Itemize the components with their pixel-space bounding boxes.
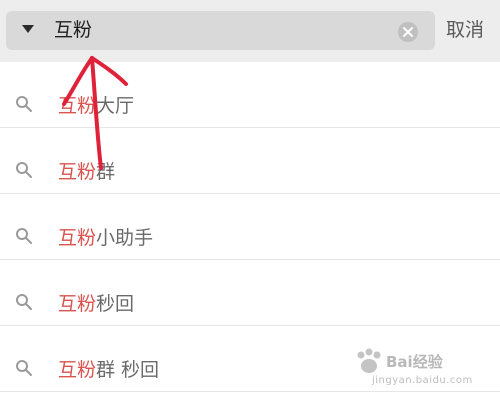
highlight-text: 互粉 bbox=[58, 161, 97, 183]
search-input-value[interactable]: 互粉 bbox=[54, 18, 92, 42]
search-input[interactable]: 互粉 bbox=[6, 11, 435, 50]
highlight-text: 互粉 bbox=[58, 293, 97, 315]
suffix-text: 群 bbox=[96, 161, 116, 183]
list-item[interactable]: 互粉秒回 bbox=[0, 260, 500, 326]
watermark-logo: Bai经验 jingyan.baidu.com bbox=[352, 345, 482, 395]
list-item[interactable]: 互粉小助手 bbox=[0, 194, 500, 260]
search-icon bbox=[16, 96, 32, 112]
suffix-text: 秒回 bbox=[96, 293, 135, 315]
list-item-label: 互粉小助手 bbox=[58, 226, 153, 250]
search-icon bbox=[16, 162, 32, 178]
dropdown-caret-icon[interactable] bbox=[22, 25, 34, 33]
highlight-text: 互粉 bbox=[58, 227, 97, 249]
list-item-label: 互粉秒回 bbox=[58, 292, 134, 316]
search-icon bbox=[16, 294, 32, 310]
clear-icon[interactable] bbox=[398, 22, 418, 42]
watermark-logo-text: Bai经验 bbox=[386, 353, 443, 371]
list-item-label: 互粉大厅 bbox=[58, 94, 134, 118]
suffix-text: 小助手 bbox=[96, 227, 154, 249]
suffix-text: 大厅 bbox=[96, 95, 135, 117]
list-item-label: 互粉群 秒回 bbox=[58, 358, 159, 382]
search-bar: 互粉 取消 bbox=[0, 0, 500, 62]
search-icon bbox=[16, 228, 32, 244]
list-item-label: 互粉群 bbox=[58, 160, 115, 184]
list-item[interactable]: 互粉群 bbox=[0, 128, 500, 194]
cancel-button[interactable]: 取消 bbox=[446, 18, 484, 42]
paw-icon bbox=[357, 348, 381, 373]
suffix-text: 群 秒回 bbox=[96, 359, 160, 381]
highlight-text: 互粉 bbox=[58, 359, 97, 381]
list-item[interactable]: 互粉大厅 bbox=[0, 62, 500, 128]
highlight-text: 互粉 bbox=[58, 95, 97, 117]
watermark-url: jingyan.baidu.com bbox=[372, 375, 473, 386]
search-icon bbox=[16, 360, 32, 376]
